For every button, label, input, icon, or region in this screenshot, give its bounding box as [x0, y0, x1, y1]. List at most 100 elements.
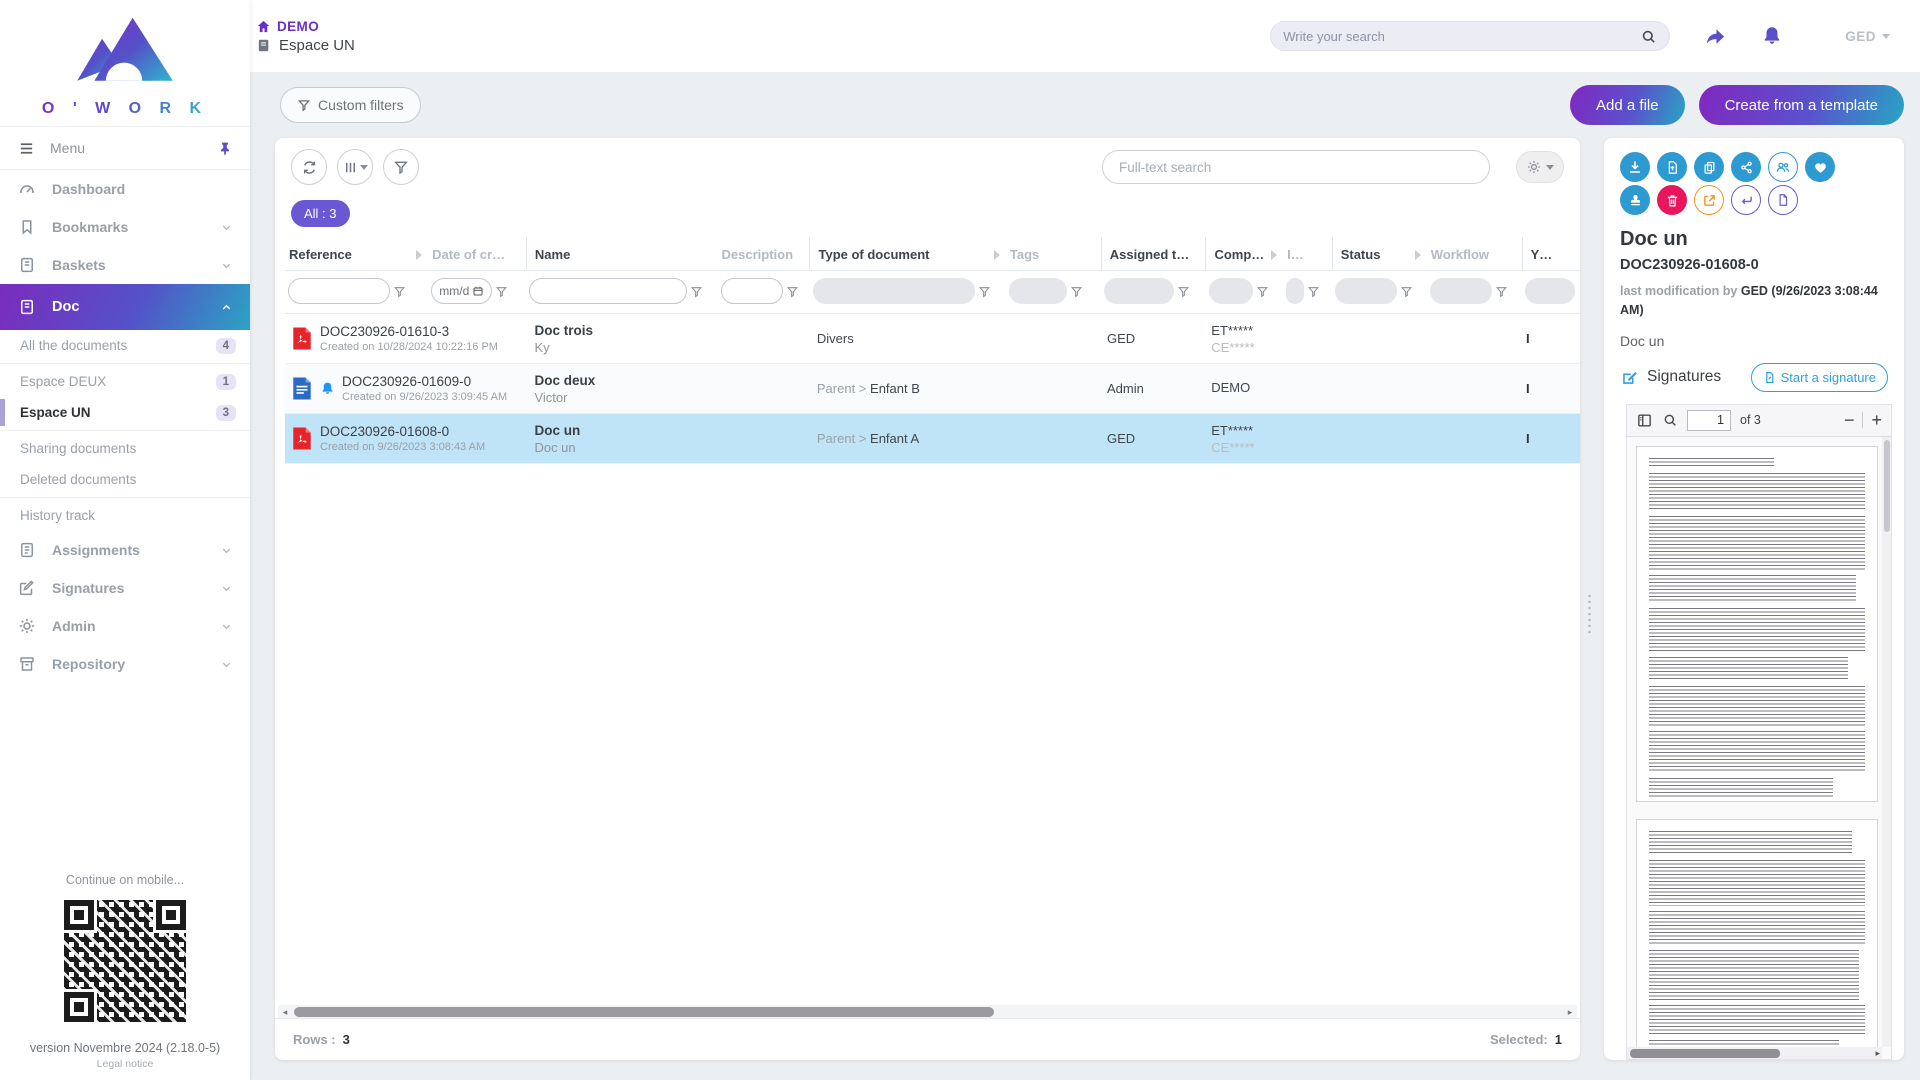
workflow-filter-input[interactable] [1430, 278, 1492, 304]
sidebar-item-signatures[interactable]: Signatures [0, 569, 250, 607]
scroll-left-arrow[interactable]: ◂ [279, 1007, 291, 1017]
funnel-icon[interactable] [1070, 285, 1083, 298]
sidebar-item-history-track[interactable]: History track [0, 500, 250, 531]
funnel-icon[interactable] [786, 285, 799, 298]
table-settings-button[interactable] [1516, 151, 1564, 183]
column-header-type[interactable]: Type of document [809, 237, 1005, 270]
pin-icon[interactable] [218, 141, 232, 156]
sort-icon[interactable] [994, 250, 1000, 260]
sidebar-item-espace-deux[interactable]: Espace DEUX 1 [0, 366, 250, 397]
sidebar-item-all-documents[interactable]: All the documents 4 [0, 330, 250, 361]
upload-file-button[interactable] [1657, 152, 1687, 182]
sort-icon[interactable] [1271, 250, 1277, 260]
table-horizontal-scrollbar[interactable]: ◂ ▸ [278, 1005, 1577, 1018]
table-row[interactable]: DOC230926-01610-3 Created on 10/28/2024 … [285, 314, 1580, 364]
column-header-i[interactable]: I… [1283, 237, 1332, 270]
legal-notice-link[interactable]: Legal notice [0, 1058, 250, 1070]
funnel-icon[interactable] [690, 285, 703, 298]
scroll-right-arrow[interactable]: ▸ [1564, 1007, 1576, 1017]
refresh-button[interactable] [291, 149, 327, 185]
status-filter-input[interactable] [1335, 278, 1397, 304]
scrollbar-thumb[interactable] [294, 1007, 994, 1017]
sidebar-item-baskets[interactable]: Baskets [0, 246, 250, 284]
sidebar-item-admin[interactable]: Admin [0, 607, 250, 645]
pdf-page-input[interactable] [1687, 410, 1731, 431]
i-filter-input[interactable] [1286, 278, 1304, 304]
zoom-in-button[interactable]: + [1871, 411, 1882, 429]
sort-icon[interactable] [1415, 250, 1421, 260]
copy-button[interactable] [1694, 152, 1724, 182]
fulltext-search-input[interactable] [1102, 150, 1490, 184]
column-header-date[interactable]: Date of cr… [428, 237, 526, 270]
tags-filter-input[interactable] [1009, 278, 1067, 304]
column-header-company[interactable]: Comp… [1205, 237, 1283, 270]
column-header-description[interactable]: Description [718, 237, 810, 270]
return-button[interactable] [1731, 185, 1761, 215]
create-from-template-button[interactable]: Create from a template [1699, 85, 1904, 125]
sort-icon[interactable] [416, 250, 422, 260]
column-header-status[interactable]: Status [1332, 237, 1427, 270]
sidebar-item-assignments[interactable]: Assignments [0, 531, 250, 569]
all-filter-chip[interactable]: All : 3 [291, 200, 350, 227]
custom-filters-button[interactable]: Custom filters [280, 87, 421, 123]
favorite-heart-button[interactable] [1805, 152, 1835, 182]
start-signature-button[interactable]: Start a signature [1751, 363, 1888, 392]
sidebar-item-doc[interactable]: Doc [0, 284, 250, 330]
funnel-icon[interactable] [1307, 285, 1320, 298]
column-header-tags[interactable]: Tags [1006, 237, 1101, 270]
company-filter-input[interactable] [1209, 278, 1253, 304]
share-forward-icon[interactable] [1704, 25, 1727, 48]
sidebar-item-sharing-documents[interactable]: Sharing documents [0, 433, 250, 464]
zoom-out-button[interactable]: − [1844, 411, 1855, 429]
scrollbar-thumb[interactable] [1630, 1049, 1780, 1058]
sidebar-item-dashboard[interactable]: Dashboard [0, 170, 250, 208]
add-file-button[interactable]: Add a file [1570, 85, 1685, 125]
pdf-search-icon[interactable] [1662, 412, 1678, 428]
open-external-button[interactable] [1694, 185, 1724, 215]
pdf-horizontal-scrollbar[interactable]: ▸ [1627, 1047, 1882, 1059]
funnel-icon[interactable] [1400, 285, 1413, 298]
table-row[interactable]: DOC230926-01609-0 Created on 9/26/2023 3… [285, 364, 1580, 414]
assigned-filter-input[interactable] [1104, 278, 1174, 304]
y-filter-input[interactable] [1525, 278, 1575, 304]
global-search[interactable] [1270, 21, 1670, 51]
home-icon[interactable] [256, 19, 271, 34]
search-icon[interactable] [1640, 28, 1657, 45]
scrollbar-thumb[interactable] [1884, 440, 1890, 532]
columns-button[interactable] [337, 149, 373, 185]
date-filter-input[interactable]: mm/d [431, 278, 492, 304]
sidebar-item-repository[interactable]: Repository [0, 645, 250, 683]
funnel-icon[interactable] [1177, 285, 1190, 298]
users-button[interactable] [1768, 152, 1798, 182]
panel-resize-handle[interactable] [1587, 593, 1592, 635]
sidebar-item-deleted-documents[interactable]: Deleted documents [0, 464, 250, 495]
global-search-input[interactable] [1283, 29, 1640, 44]
sidebar-item-bookmarks[interactable]: Bookmarks [0, 208, 250, 246]
workspace-name[interactable]: DEMO [277, 19, 319, 34]
sidebar-item-espace-un[interactable]: Espace UN 3 [0, 397, 250, 428]
column-header-assigned[interactable]: Assigned t… [1101, 237, 1206, 270]
stamp-button[interactable] [1620, 185, 1650, 215]
filter-button[interactable] [383, 149, 419, 185]
share-button[interactable] [1731, 152, 1761, 182]
menu-toggle[interactable]: Menu [0, 126, 250, 170]
funnel-icon[interactable] [495, 285, 508, 298]
funnel-icon[interactable] [978, 285, 991, 298]
funnel-icon[interactable] [393, 285, 406, 298]
column-header-workflow[interactable]: Workflow [1427, 237, 1522, 270]
description-filter-input[interactable] [721, 278, 783, 304]
bell-icon[interactable] [1761, 25, 1783, 47]
column-header-reference[interactable]: Reference [285, 237, 428, 270]
reference-filter-input[interactable] [288, 278, 390, 304]
download-button[interactable] [1620, 152, 1650, 182]
funnel-icon[interactable] [1256, 285, 1269, 298]
pdf-pages-area[interactable] [1627, 437, 1891, 1059]
pdf-vertical-scrollbar[interactable] [1882, 437, 1891, 1047]
sidebar-toggle-icon[interactable] [1636, 412, 1653, 429]
table-row-selected[interactable]: DOC230926-01608-0 Created on 9/26/2023 3… [285, 414, 1580, 464]
column-header-y[interactable]: Y… [1522, 237, 1580, 270]
type-filter-input[interactable] [813, 278, 975, 304]
name-filter-input[interactable] [529, 278, 687, 304]
column-header-name[interactable]: Name [526, 237, 718, 270]
document-properties-button[interactable] [1768, 185, 1798, 215]
